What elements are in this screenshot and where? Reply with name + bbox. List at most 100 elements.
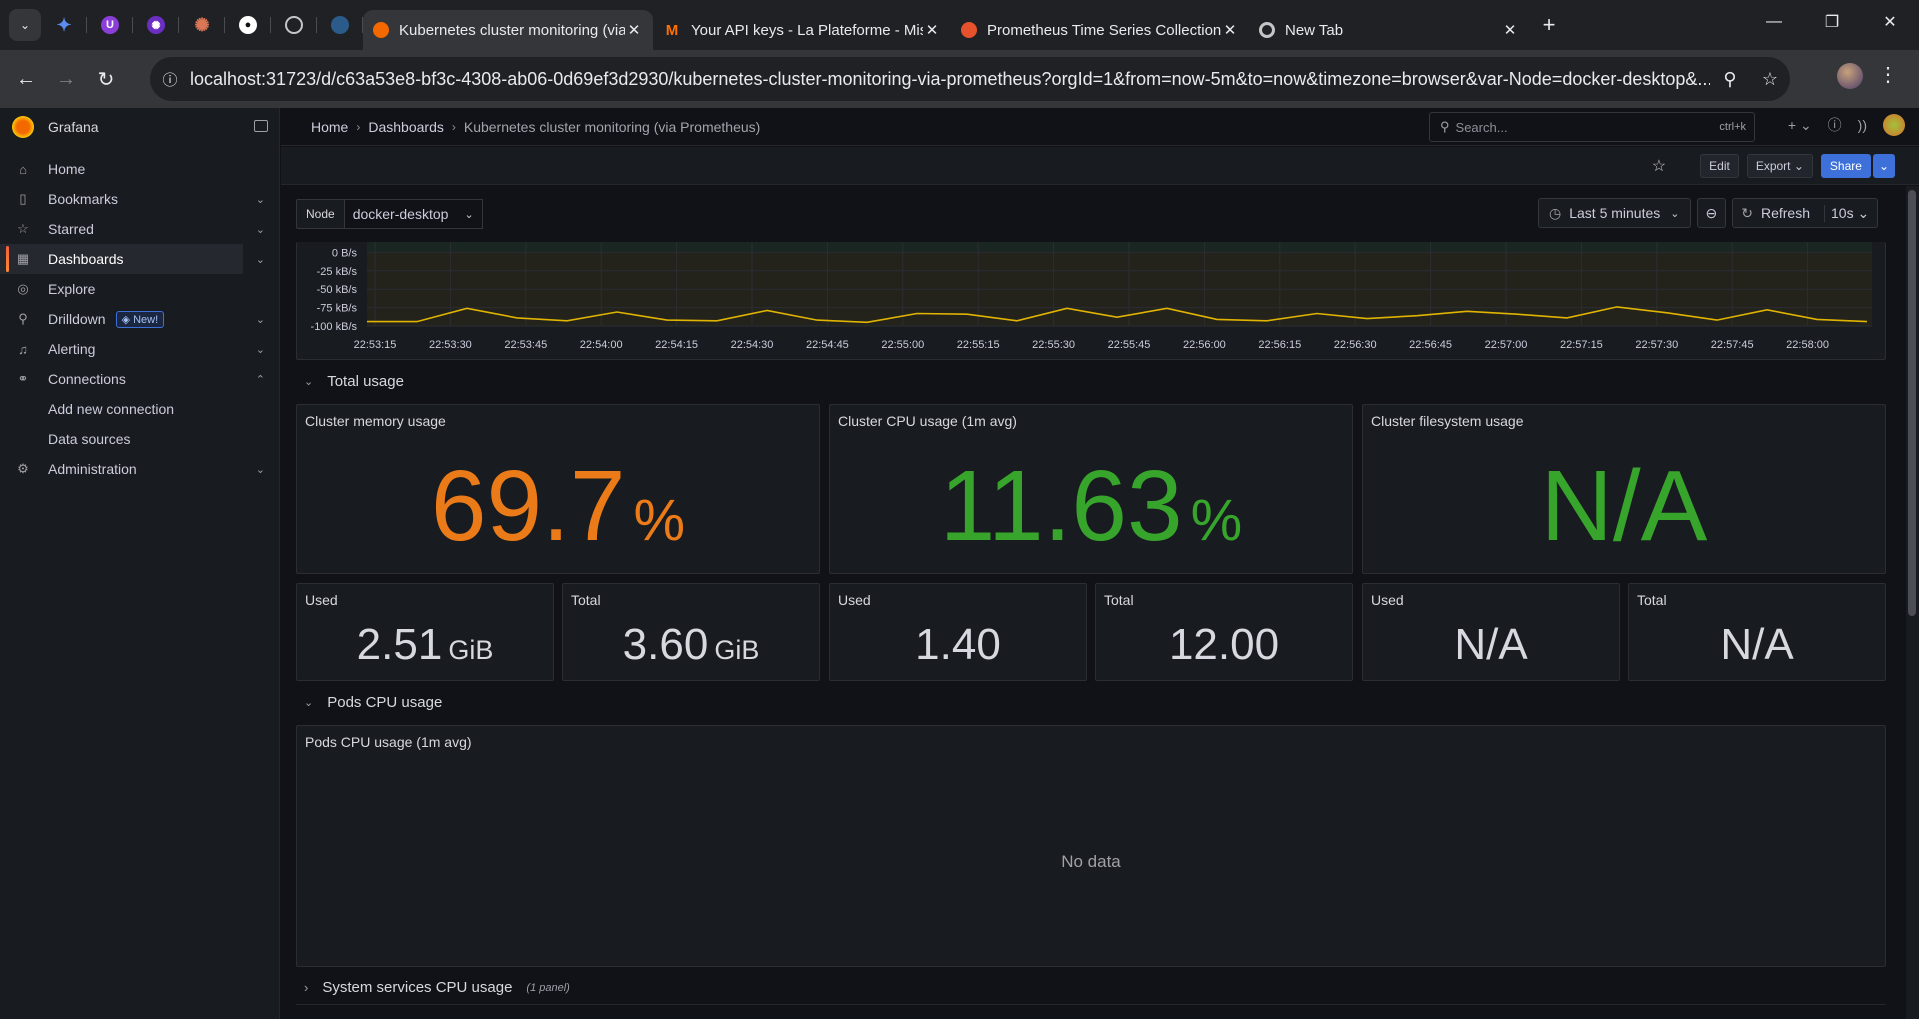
edit-button[interactable]: Edit [1700,153,1739,178]
tab-new[interactable]: New Tab ✕ [1249,10,1529,50]
pinned-tab[interactable] [271,0,317,50]
pinned-tab[interactable]: ✦ [41,0,87,50]
refresh-button[interactable]: ↻ Refresh 10s ⌄ [1732,198,1879,228]
url-text[interactable]: localhost:31723/d/c63a53e8-bf3c-4308-ab0… [190,69,1710,90]
share-button[interactable]: Share [1820,153,1871,178]
tab-mistral[interactable]: M Your API keys - La Plateforme - Mistra… [653,10,951,50]
sidebar-item-data-sources[interactable]: Data sources [0,424,279,454]
sidebar-item-alerting[interactable]: ♫ Alerting ⌄ [0,334,265,364]
address-bar[interactable]: ⓘ localhost:31723/d/c63a53e8-bf3c-4308-a… [150,57,1790,101]
tab-title: Kubernetes cluster monitoring (via Prome… [399,21,625,39]
network-chart-panel: 25 kB/s0 B/s-25 kB/s-50 kB/s-75 kB/s-100… [296,242,1886,360]
minimize-icon[interactable]: — [1745,0,1803,44]
variable-bar: Node docker-desktop ⌄ [296,199,483,229]
close-icon[interactable]: ✕ [923,21,941,39]
x-tick-label: 22:55:00 [881,339,924,351]
breadcrumb-dashboards[interactable]: Dashboards [368,119,444,135]
sidebar-item-administration[interactable]: ⚙ Administration ⌄ [0,454,265,484]
chevron-down-icon[interactable]: ⌄ [256,223,265,236]
close-window-icon[interactable]: ✕ [1861,0,1919,44]
stat-unit: % [1190,488,1243,553]
sidebar-item-explore[interactable]: ◎ Explore [0,274,243,304]
pinned-tab[interactable]: U [87,0,133,50]
row-divider [296,1004,1886,1005]
zoom-out-button[interactable]: ⊖ [1696,198,1727,228]
row-pods-cpu-usage[interactable]: ⌄ Pods CPU usage [304,694,442,711]
chevron-down-icon[interactable]: ⌄ [256,463,265,476]
row-total-usage[interactable]: ⌄ Total usage [304,373,404,390]
close-icon[interactable]: ✕ [625,21,643,39]
bookmark-icon: ▯ [19,191,27,206]
row-title: Pods CPU usage [327,694,443,711]
new-tab-button[interactable]: + [1529,12,1569,38]
panel-title: Pods CPU usage (1m avg) [305,734,472,750]
export-button[interactable]: Export ⌄ [1746,153,1813,178]
chevron-up-icon[interactable]: ⌃ [256,373,265,386]
x-tick-label: 22:57:00 [1485,339,1528,351]
grafana-logo-icon[interactable] [12,116,34,138]
export-button-label: Export [1755,158,1791,173]
sidebar-item-add-new-connection[interactable]: Add new connection [0,394,279,424]
pinned-tab[interactable] [317,0,363,50]
back-icon[interactable]: ← [8,61,44,97]
sidebar-item-starred[interactable]: ☆ Starred ⌄ [0,214,265,244]
close-icon[interactable]: ✕ [1501,21,1519,39]
tab-search-button[interactable]: ⌄ [9,9,41,41]
panel-title: Used [1371,592,1404,608]
profile-avatar[interactable] [1837,63,1863,89]
pinned-tab[interactable]: ✺ [133,0,179,50]
add-menu-icon[interactable]: + ⌄ [1788,117,1812,134]
new-badge-label: New! [133,313,159,326]
restore-icon[interactable]: ❐ [1803,0,1861,44]
stat-number: N/A [1454,620,1528,669]
tab-prometheus[interactable]: Prometheus Time Series Collection and Pr… [951,10,1249,50]
dock-menu-icon[interactable] [254,120,268,132]
topbar-icons: + ⌄ ⓘ )) [1788,114,1905,136]
search-input[interactable]: ⚲ Search... ctrl+k [1429,112,1755,142]
refresh-interval[interactable]: 10s ⌄ [1824,204,1869,222]
memory-total-value: 3.60 GiB [563,620,819,670]
star-icon: ☆ [17,221,29,236]
fs-used-value: N/A [1363,620,1619,670]
tab-grafana[interactable]: Kubernetes cluster monitoring (via Prome… [363,10,653,50]
breadcrumb-home[interactable]: Home [311,119,348,135]
chevron-down-icon: ⌄ [1670,207,1680,220]
u-icon: U [101,16,119,34]
chevron-down-icon[interactable]: ⌄ [256,193,265,206]
sidebar-item-bookmarks[interactable]: ▯ Bookmarks ⌄ [0,184,265,214]
chevron-down-icon[interactable]: ⌄ [256,253,265,266]
compass-icon: ◎ [17,281,29,296]
close-icon[interactable]: ✕ [1221,21,1239,39]
sidebar-item-connections[interactable]: ⚭ Connections ⌃ [0,364,265,394]
reload-icon[interactable]: ↻ [88,61,124,97]
cpu-total-panel: Total 12.00 [1095,583,1353,681]
sidebar-item-label: Drilldown [48,311,106,327]
y-tick-label: 0 B/s [332,247,358,259]
pinned-tab[interactable]: ✺ [179,0,225,50]
forward-icon[interactable]: → [48,61,84,97]
time-range-picker[interactable]: ◷ Last 5 minutes ⌄ [1538,198,1691,228]
zoom-icon[interactable]: ⚲ [1710,69,1750,90]
chevron-down-icon[interactable]: ⌄ [256,343,265,356]
x-tick-label: 22:53:30 [429,339,472,351]
node-variable-select[interactable]: docker-desktop ⌄ [344,199,483,229]
share-dropdown-icon[interactable]: ⌄ [1872,153,1895,178]
site-info-icon[interactable]: ⓘ [150,69,190,90]
user-avatar[interactable] [1883,114,1905,136]
news-icon[interactable]: )) [1858,117,1867,133]
sidebar-item-dashboards[interactable]: ▦ Dashboards ⌄ [0,244,265,274]
scrollbar-thumb[interactable] [1908,190,1916,616]
globe-icon [285,16,303,34]
star-dashboard-icon[interactable]: ☆ [1644,154,1674,178]
chevron-down-icon[interactable]: ⌄ [256,313,265,326]
bookmark-star-icon[interactable]: ☆ [1750,69,1790,90]
row-system-services-cpu[interactable]: › System services CPU usage (1 panel) [304,979,570,996]
node-variable-label: Node [296,199,345,229]
more-menu-icon[interactable]: ⋮ [1878,62,1898,87]
sidebar-item-drilldown[interactable]: ⚲ Drilldown ◈ New! ⌄ [0,304,265,334]
pinned-tab[interactable]: ● [225,0,271,50]
sidebar-item-home[interactable]: ⌂ Home [0,154,243,184]
help-icon[interactable]: ⓘ [1828,115,1842,135]
x-tick-label: 22:56:45 [1409,339,1452,351]
threshold-band [367,242,1872,253]
